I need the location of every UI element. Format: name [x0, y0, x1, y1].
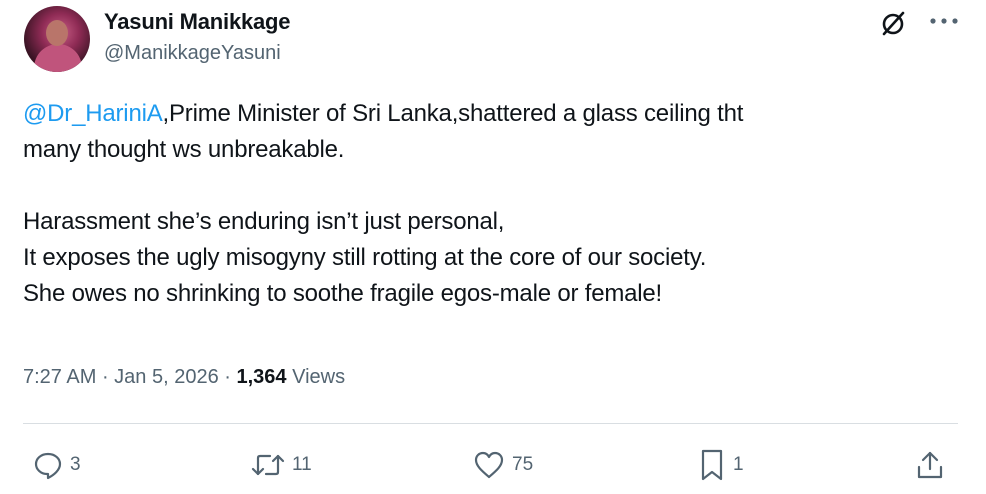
- author-name[interactable]: Yasuni Manikkage: [104, 9, 291, 35]
- post-date[interactable]: Jan 5, 2026: [114, 366, 219, 388]
- like-count: 75: [512, 454, 534, 475]
- share-icon: [917, 451, 943, 479]
- retweet-button[interactable]: 11: [250, 445, 312, 485]
- tweet-text: @Dr_HariniA,Prime Minister of Sri Lanka,…: [23, 96, 953, 312]
- avatar-figure-face: [46, 20, 68, 46]
- retweet-count: 11: [292, 454, 312, 475]
- views-count: 1,364: [236, 366, 287, 388]
- meta-separator: ·: [218, 366, 237, 388]
- author-handle[interactable]: @ManikkageYasuni: [104, 42, 281, 65]
- like-button[interactable]: 75: [472, 445, 533, 485]
- post-time[interactable]: 7:27 AM: [23, 366, 96, 388]
- reply-icon: [34, 452, 62, 480]
- avatar[interactable]: [24, 6, 90, 72]
- grok-icon[interactable]: [880, 9, 908, 37]
- tweet-card: Yasuni Manikkage @ManikkageYasuni @Dr_Ha…: [0, 0, 986, 494]
- like-icon: [474, 451, 504, 479]
- reply-button[interactable]: 3: [32, 445, 81, 485]
- bookmark-count: 1: [733, 454, 744, 475]
- tweet-line-1: @Dr_HariniA,Prime Minister of Sri Lanka,…: [23, 96, 953, 132]
- mention-link[interactable]: @Dr_HariniA: [23, 100, 163, 127]
- reply-count: 3: [70, 454, 81, 475]
- tweet-line-3: Harassment she’s enduring isn’t just per…: [23, 208, 505, 235]
- share-button[interactable]: [914, 445, 946, 485]
- meta-separator: ·: [96, 366, 115, 388]
- divider: [23, 423, 958, 424]
- views-label: Views: [286, 366, 346, 388]
- tweet-line-4: It exposes the ugly misogyny still rotti…: [23, 244, 707, 271]
- tweet-meta: 7:27 AM · Jan 5, 2026 · 1,364 Views: [23, 366, 345, 389]
- tweet-line-1-text: ,Prime Minister of Sri Lanka,shattered a…: [162, 100, 744, 127]
- more-icon[interactable]: [927, 8, 961, 32]
- tweet-line-5: She owes no shrinking to soothe fragile …: [23, 280, 663, 307]
- tweet-line-2: many thought ws unbreakable.: [23, 136, 345, 163]
- bookmark-icon: [701, 449, 723, 481]
- bookmark-button[interactable]: 1: [697, 445, 744, 485]
- retweet-icon: [251, 454, 285, 476]
- avatar-figure-body: [34, 44, 82, 72]
